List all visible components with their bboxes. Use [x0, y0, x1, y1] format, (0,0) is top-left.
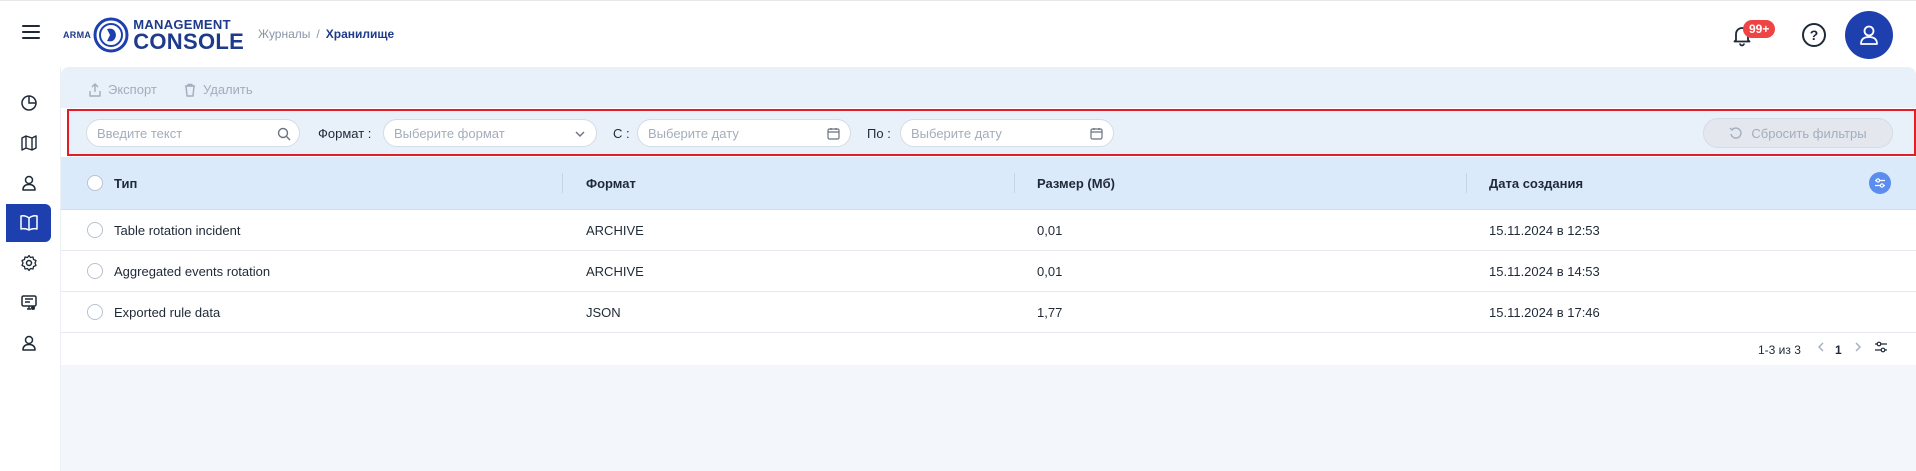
date-from-input[interactable]: Выберите дату: [637, 119, 851, 147]
avatar[interactable]: [1845, 11, 1893, 59]
cell-size: 1,77: [1037, 305, 1063, 320]
user-icon: [21, 175, 36, 191]
date-to-input[interactable]: Выберите дату: [900, 119, 1114, 147]
menu-icon[interactable]: [22, 25, 40, 39]
select-all-checkbox[interactable]: [87, 175, 103, 191]
cell-format: ARCHIVE: [586, 223, 644, 238]
reset-filters-label: Сбросить фильтры: [1751, 125, 1867, 141]
row-checkbox[interactable]: [87, 304, 103, 320]
column-divider[interactable]: [1466, 173, 1467, 193]
cell-created: 15.11.2024 в 14:53: [1489, 264, 1600, 279]
sidebar-item-profile[interactable]: [6, 324, 51, 362]
row-checkbox[interactable]: [87, 263, 103, 279]
search-input[interactable]: Введите текст: [86, 119, 300, 147]
dashboard-icon: [20, 95, 37, 111]
cell-type: Table rotation incident: [114, 223, 241, 238]
trash-icon: [185, 83, 195, 97]
sidebar-item-dashboard[interactable]: [6, 84, 51, 122]
breadcrumb: Журналы / Хранилище: [258, 27, 394, 41]
column-settings-button[interactable]: [1869, 172, 1891, 194]
format-select[interactable]: Выберите формат: [383, 119, 597, 147]
cell-type: Aggregated events rotation: [114, 264, 271, 279]
map-icon: [20, 135, 37, 151]
reset-filters-button[interactable]: Сбросить фильтры: [1703, 118, 1893, 148]
reset-icon: [1729, 127, 1742, 139]
help-icon[interactable]: ?: [1802, 23, 1826, 47]
date-from-placeholder: Выберите дату: [648, 125, 739, 141]
book-icon: [19, 215, 38, 231]
table-row[interactable]: Aggregated events rotation ARCHIVE 0,01 …: [61, 251, 1916, 292]
cell-format: JSON: [586, 305, 621, 320]
column-header-format[interactable]: Формат: [586, 176, 636, 191]
cell-created: 15.11.2024 в 17:46: [1489, 305, 1600, 320]
breadcrumb-separator: /: [316, 27, 320, 41]
sidebar-item-monitoring[interactable]: [6, 284, 51, 322]
calendar-icon: [1090, 128, 1103, 140]
calendar-icon: [827, 128, 840, 140]
delete-button[interactable]: Удалить: [183, 82, 253, 97]
format-placeholder: Выберите формат: [394, 125, 505, 141]
cell-type: Exported rule data: [114, 305, 221, 320]
notification-badge[interactable]: 99+: [1743, 20, 1776, 38]
table-row[interactable]: Table rotation incident ARCHIVE 0,01 15.…: [61, 210, 1916, 251]
table-header: Тип Формат Размер (Мб) Дата создания: [61, 157, 1916, 210]
column-header-type[interactable]: Тип: [114, 176, 137, 191]
monitor-icon: [20, 295, 37, 310]
sidebar: [0, 67, 61, 471]
row-checkbox[interactable]: [87, 222, 103, 238]
from-label: С :: [613, 126, 630, 141]
to-label: По :: [867, 126, 891, 141]
column-divider[interactable]: [1014, 173, 1015, 193]
column-header-created[interactable]: Дата создания: [1489, 176, 1583, 191]
sidebar-item-settings[interactable]: [6, 244, 51, 282]
pagination-range: 1-3 из 3: [1758, 343, 1801, 357]
breadcrumb-parent[interactable]: Журналы: [258, 27, 310, 41]
chevron-right-icon[interactable]: [1853, 340, 1863, 354]
pagination-page[interactable]: 1: [1835, 343, 1842, 357]
logo-line2: CONSOLE: [133, 28, 245, 54]
chevron-left-icon[interactable]: [1816, 340, 1826, 354]
format-label: Формат :: [318, 126, 372, 141]
delete-label: Удалить: [203, 82, 253, 97]
date-to-placeholder: Выберите дату: [911, 125, 1002, 141]
toolbar: Экспорт Удалить: [61, 67, 1916, 108]
sliders-icon: [1875, 178, 1885, 188]
logo[interactable]: ARMA MANAGEMENT CONSOLE: [63, 15, 244, 55]
sidebar-item-journals[interactable]: [6, 204, 51, 242]
cell-format: ARCHIVE: [586, 264, 644, 279]
table-row[interactable]: Exported rule data JSON 1,77 15.11.2024 …: [61, 292, 1916, 333]
breadcrumb-current: Хранилище: [325, 27, 395, 41]
logo-prefix: ARMA: [63, 30, 92, 40]
user-avatar-icon: [1860, 25, 1878, 45]
gear-icon: [20, 254, 37, 272]
cell-size: 0,01: [1037, 223, 1063, 238]
search-placeholder: Введите текст: [97, 125, 183, 141]
top-bar: ARMA MANAGEMENT CONSOLE Журналы / Хранилищ…: [0, 0, 1916, 67]
sidebar-item-map[interactable]: [6, 124, 51, 162]
settings-sliders-icon[interactable]: [1874, 340, 1888, 354]
cell-size: 0,01: [1037, 264, 1063, 279]
column-divider[interactable]: [562, 173, 563, 193]
export-label: Экспорт: [108, 82, 157, 97]
column-header-size[interactable]: Размер (Мб): [1037, 176, 1115, 191]
filters-bar: Введите текст Формат : Выберите формат С…: [67, 109, 1916, 156]
profile-icon: [21, 335, 36, 351]
chevron-down-icon: [575, 131, 585, 137]
export-icon: [89, 82, 101, 97]
export-button[interactable]: Экспорт: [88, 82, 157, 97]
search-icon: [277, 127, 291, 141]
sidebar-item-users[interactable]: [6, 164, 51, 202]
cell-created: 15.11.2024 в 12:53: [1489, 223, 1600, 238]
logo-emblem-icon: [93, 17, 129, 53]
